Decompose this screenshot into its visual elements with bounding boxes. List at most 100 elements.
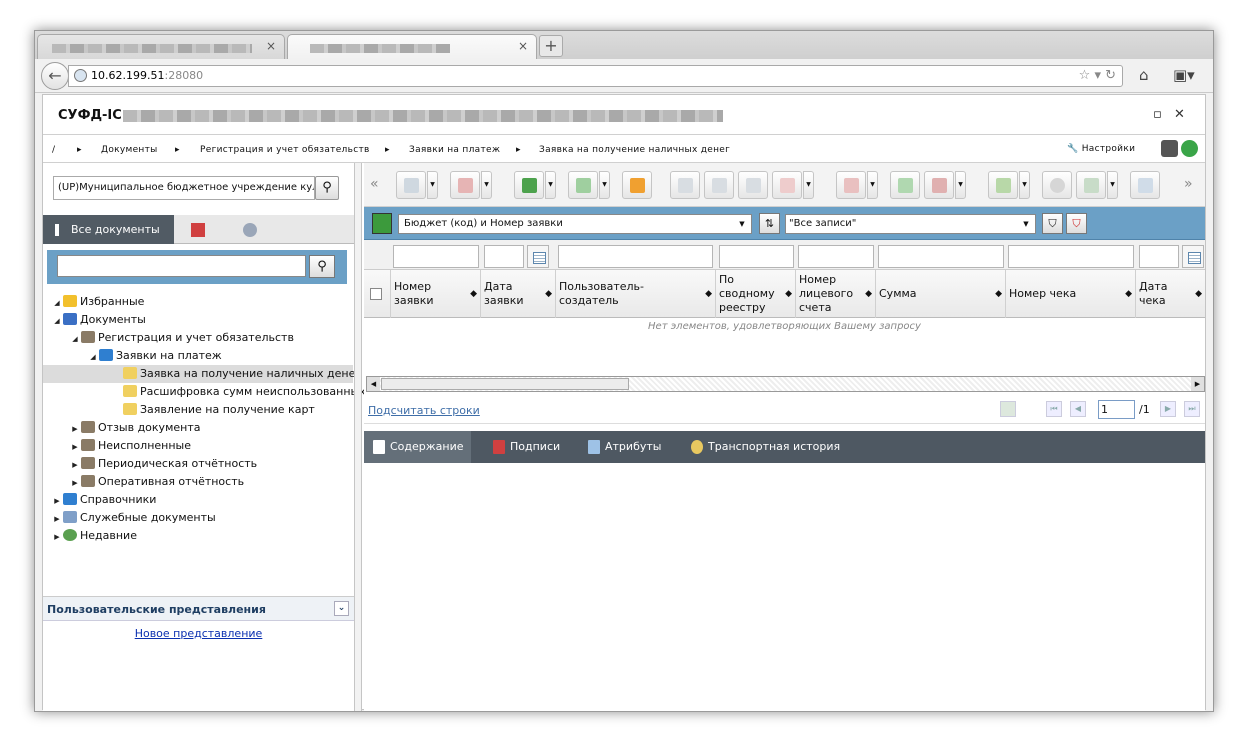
last-page-icon[interactable]: ⏭ xyxy=(1184,401,1200,417)
tree-node-recall[interactable]: ▶ Отзыв документа xyxy=(69,419,200,437)
tree-node-payment-requests[interactable]: ◢ Заявки на платеж xyxy=(87,347,222,365)
new-view-link[interactable]: Новое представление xyxy=(43,621,354,640)
close-icon[interactable]: ✕ xyxy=(1174,107,1185,122)
filter-check-date[interactable] xyxy=(1139,245,1179,268)
col-creator[interactable]: Пользователь-создатель ◆ xyxy=(556,270,716,318)
copy-button[interactable] xyxy=(738,171,768,199)
pane-splitter[interactable] xyxy=(354,163,362,711)
col-summary-register[interactable]: По сводному реестру ◆ xyxy=(716,270,796,318)
tree-node-operational-reports[interactable]: ▶ Оперативная отчётность xyxy=(69,473,244,491)
horizontal-scrollbar[interactable]: ◀ ▶ xyxy=(366,376,1205,392)
browser-tab-2[interactable]: × xyxy=(287,34,537,59)
filter-check-number[interactable] xyxy=(1008,245,1134,268)
toolbar-scroll-right-icon[interactable]: » xyxy=(1184,176,1193,192)
first-page-icon[interactable]: ⏮ xyxy=(1046,401,1062,417)
remove-signature-button[interactable] xyxy=(924,171,954,199)
browser-tab-1[interactable]: × xyxy=(37,34,285,59)
url-bar[interactable]: 10.62.199.51:28080 ☆ ▾ ↻ xyxy=(68,65,1123,87)
rows-view-icon[interactable] xyxy=(1000,401,1016,417)
settings-link[interactable]: 🔧 Настройки xyxy=(1067,144,1135,154)
filter-account-number[interactable] xyxy=(798,245,874,268)
collapse-chevron-icon[interactable]: ⌄ xyxy=(334,601,349,616)
export-button[interactable] xyxy=(568,171,598,199)
sort-order-icon[interactable]: ⇅ xyxy=(759,213,780,234)
import-button[interactable] xyxy=(514,171,544,199)
col-amount[interactable]: Сумма ◆ xyxy=(876,270,1006,318)
view-button[interactable] xyxy=(704,171,734,199)
filter-creator[interactable] xyxy=(558,245,713,268)
logout-icon[interactable] xyxy=(1161,140,1178,157)
delete-document-dropdown[interactable]: ▼ xyxy=(481,171,492,199)
export-dropdown[interactable]: ▼ xyxy=(599,171,610,199)
filter-request-date[interactable] xyxy=(484,245,524,268)
breadcrumb-item-registration[interactable]: Регистрация и учет обязательств xyxy=(200,145,370,155)
tree-node-unused-sums[interactable]: Расшифровка сумм неиспользованных xyxy=(123,383,366,401)
refresh-icon[interactable] xyxy=(1181,140,1198,157)
scroll-right-arrow-icon[interactable]: ▶ xyxy=(1191,377,1204,391)
tree-node-card-application[interactable]: Заявление на получение карт xyxy=(123,401,315,419)
tree-node-service-documents[interactable]: ▶ Служебные документы xyxy=(51,509,216,527)
tree-search-input[interactable] xyxy=(57,255,306,277)
books-icon[interactable] xyxy=(372,213,392,234)
next-page-icon[interactable]: ▶ xyxy=(1160,401,1176,417)
tab-edit-icon[interactable] xyxy=(191,223,205,237)
sort-select[interactable]: Бюджет (код) и Номер заявки ▼ xyxy=(398,214,752,234)
back-button[interactable]: ← xyxy=(41,62,69,90)
create-document-button[interactable] xyxy=(396,171,426,199)
tree-node-favorites[interactable]: ◢ Избранные xyxy=(51,293,144,311)
filter-request-number[interactable] xyxy=(393,245,479,268)
tree-node-registration[interactable]: ◢ Регистрация и учет обязательств xyxy=(69,329,294,347)
calendar-icon[interactable] xyxy=(527,245,549,268)
reports-button[interactable] xyxy=(1130,171,1160,199)
breadcrumb-item-cash-request[interactable]: Заявка на получение наличных денег xyxy=(539,145,730,155)
filter-summary-register[interactable] xyxy=(719,245,794,268)
clear-filter-icon[interactable]: ⛉ xyxy=(1066,213,1087,234)
col-request-number[interactable]: Номер заявки ◆ xyxy=(391,270,481,318)
tab-close-icon[interactable]: × xyxy=(518,39,528,53)
tab-contents[interactable]: Содержание xyxy=(364,431,471,463)
breadcrumb-root[interactable]: / xyxy=(52,145,55,155)
col-request-date[interactable]: Дата заявки ◆ xyxy=(481,270,556,318)
prev-page-icon[interactable]: ◀ xyxy=(1070,401,1086,417)
import-dropdown[interactable]: ▼ xyxy=(545,171,556,199)
send-button[interactable] xyxy=(988,171,1018,199)
restore-icon[interactable]: ▫ xyxy=(1153,107,1162,122)
delete-document-button[interactable] xyxy=(450,171,480,199)
bookmarks-menu-icon[interactable]: ▣▾ xyxy=(1173,66,1195,84)
tree-search-button[interactable]: ⚲ xyxy=(309,255,335,278)
scroll-left-arrow-icon[interactable]: ◀ xyxy=(367,377,380,391)
tab-all-documents[interactable]: Все документы xyxy=(43,215,174,244)
breadcrumb-item-payment-requests[interactable]: Заявки на платеж xyxy=(409,145,500,155)
page-number-input[interactable]: 1 xyxy=(1098,400,1135,419)
organization-field[interactable]: (UP)Муниципальное бюджетное учреждение к… xyxy=(53,176,315,200)
tab-close-icon[interactable]: × xyxy=(266,39,276,53)
breadcrumb-item-documents[interactable]: Документы xyxy=(101,145,158,155)
create-document-dropdown[interactable]: ▼ xyxy=(427,171,438,199)
send-dropdown[interactable]: ▼ xyxy=(1019,171,1030,199)
tree-node-directories[interactable]: ▶ Справочники xyxy=(51,491,156,509)
tree-node-documents[interactable]: ◢ Документы xyxy=(51,311,146,329)
filter-icon[interactable]: ⛉ xyxy=(1042,213,1063,234)
tree-node-unexecuted[interactable]: ▶ Неисполненные xyxy=(69,437,191,455)
select-all-checkbox[interactable] xyxy=(370,288,382,300)
tab-settings-gear-icon[interactable] xyxy=(243,223,257,237)
scrollbar-thumb[interactable] xyxy=(381,378,629,390)
verify-signature-button[interactable] xyxy=(890,171,920,199)
tab-attributes[interactable]: Атрибуты xyxy=(579,431,669,463)
cancel-document-dropdown[interactable]: ▼ xyxy=(803,171,814,199)
bookmark-star-icon[interactable]: ☆ ▾ ↻ xyxy=(1079,66,1116,86)
organization-search-button[interactable]: ⚲ xyxy=(315,176,339,200)
home-icon[interactable]: ⌂ xyxy=(1139,66,1149,84)
tree-node-periodic-reports[interactable]: ▶ Периодическая отчётность xyxy=(69,455,257,473)
col-check-date[interactable]: Дата чека ◆ xyxy=(1136,270,1205,318)
col-account-number[interactable]: Номер лицевого счета ◆ xyxy=(796,270,876,318)
tree-node-recent[interactable]: ▶ Недавние xyxy=(51,527,137,545)
tab-signatures[interactable]: Подписи xyxy=(484,431,574,463)
print-button[interactable] xyxy=(1076,171,1106,199)
toolbar-scroll-left-icon[interactable]: « xyxy=(370,176,379,192)
count-rows-link[interactable]: Подсчитать строки xyxy=(368,404,480,417)
remove-signature-dropdown[interactable]: ▼ xyxy=(955,171,966,199)
attach-button[interactable] xyxy=(1042,171,1072,199)
cancel-document-button[interactable] xyxy=(772,171,802,199)
print-dropdown[interactable]: ▼ xyxy=(1107,171,1118,199)
